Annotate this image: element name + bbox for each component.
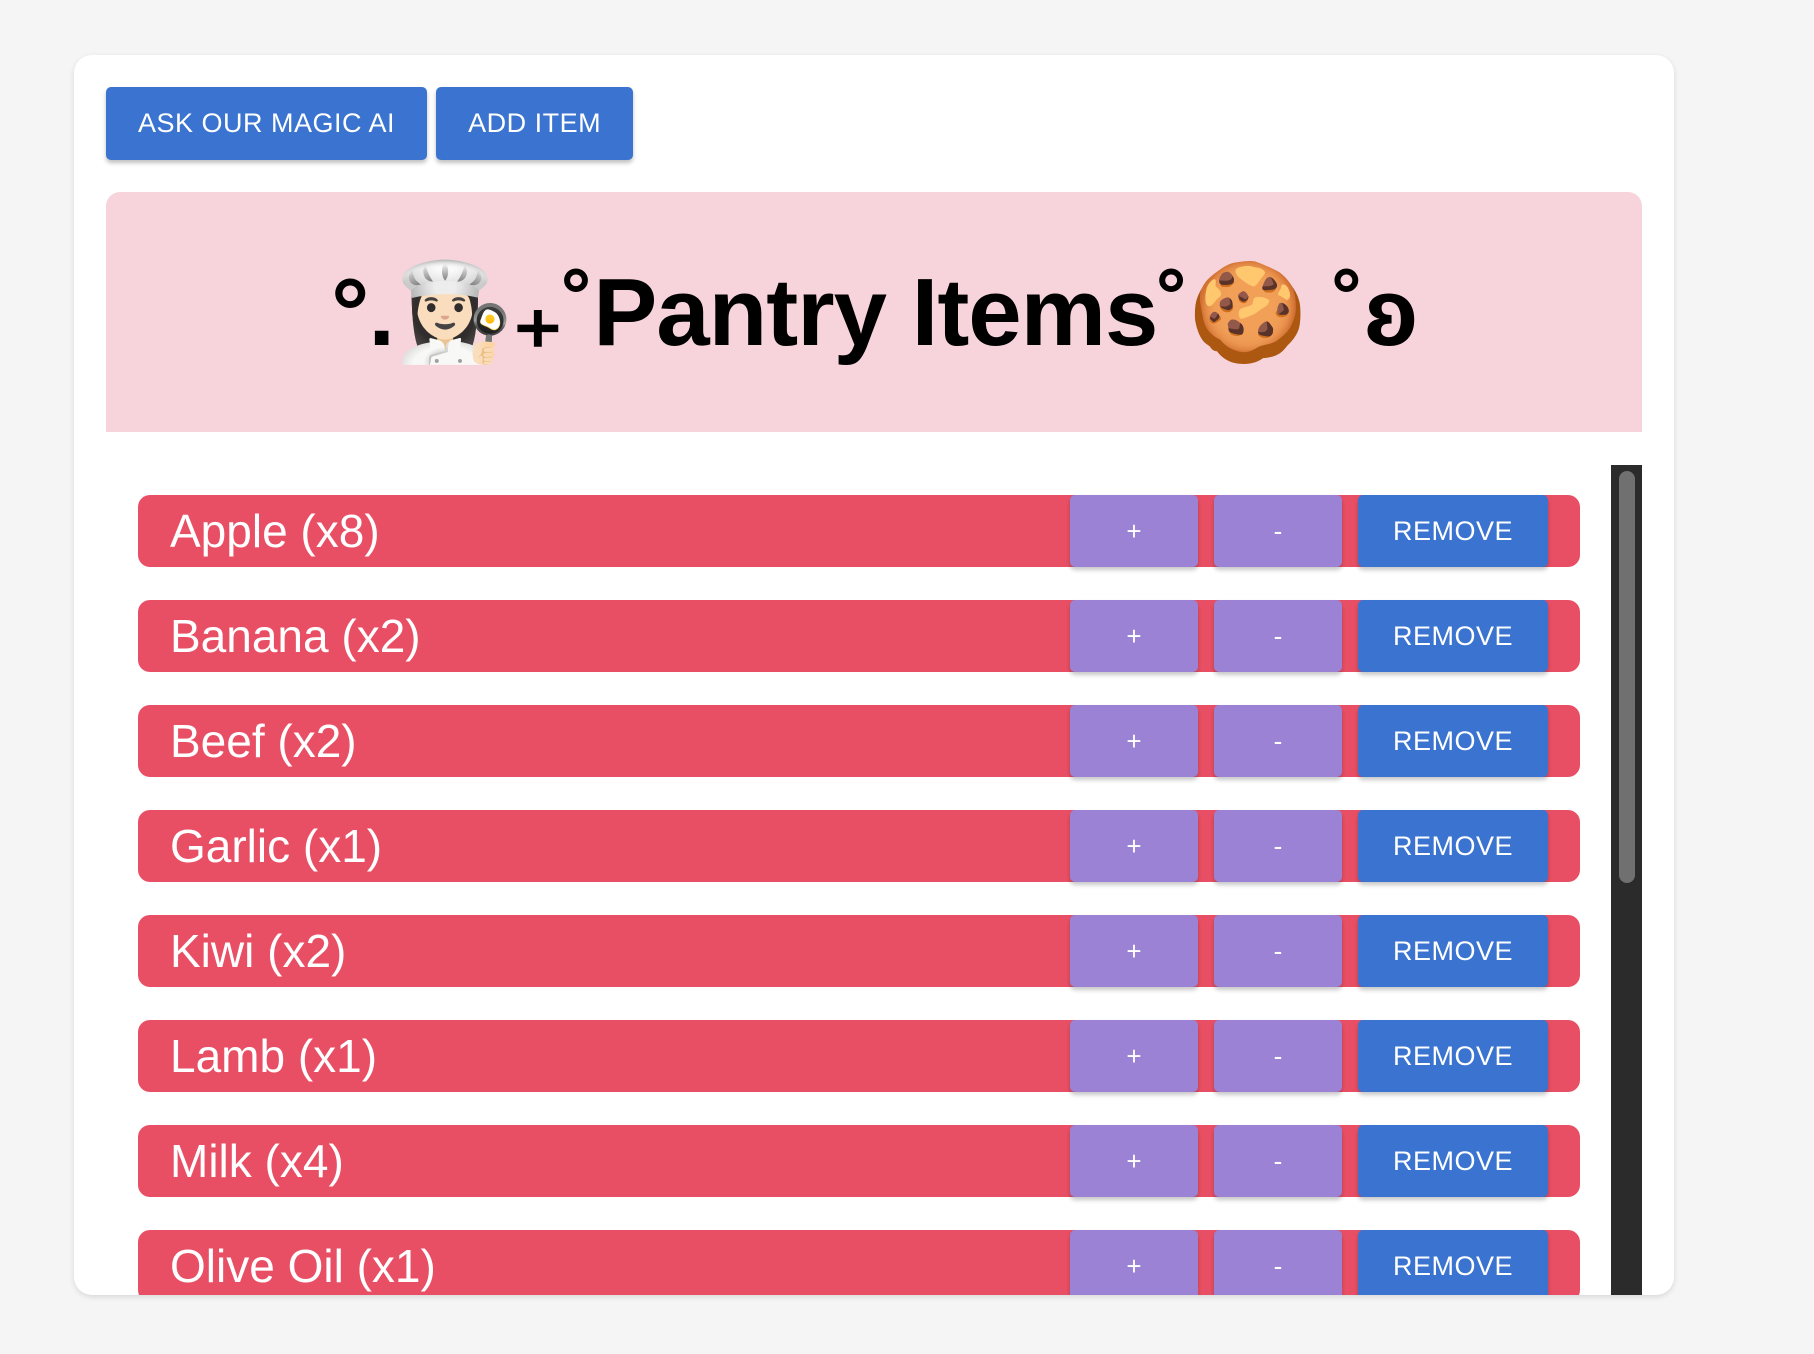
pantry-header: °.👩🏻‍🍳₊˚Pantry Items˚🍪 ˚ʚ (106, 192, 1642, 432)
decrement-button[interactable]: - (1214, 915, 1342, 987)
list-item: Garlic (x1) + - REMOVE (138, 810, 1580, 882)
scrollbar-thumb[interactable] (1619, 471, 1635, 883)
list-item: Banana (x2) + - REMOVE (138, 600, 1580, 672)
item-actions: + - REMOVE (1070, 495, 1548, 567)
item-label: Lamb (x1) (170, 1030, 378, 1082)
decrement-button[interactable]: - (1214, 810, 1342, 882)
remove-button[interactable]: REMOVE (1358, 1020, 1548, 1092)
list-item: Olive Oil (x1) + - REMOVE (138, 1230, 1580, 1295)
pantry-list-container[interactable]: Apple (x8) + - REMOVE Banana (x2) + - RE… (106, 432, 1642, 1295)
item-actions: + - REMOVE (1070, 1230, 1548, 1295)
remove-button[interactable]: REMOVE (1358, 1125, 1548, 1197)
toolbar: ASK OUR MAGIC AI ADD ITEM (106, 87, 634, 160)
increment-button[interactable]: + (1070, 1230, 1198, 1295)
item-label: Garlic (x1) (170, 820, 383, 872)
item-label: Milk (x4) (170, 1135, 344, 1187)
increment-button[interactable]: + (1070, 705, 1198, 777)
item-actions: + - REMOVE (1070, 1125, 1548, 1197)
decrement-button[interactable]: - (1214, 1230, 1342, 1295)
list-item: Apple (x8) + - REMOVE (138, 495, 1580, 567)
item-actions: + - REMOVE (1070, 1020, 1548, 1092)
decrement-button[interactable]: - (1214, 705, 1342, 777)
increment-button[interactable]: + (1070, 495, 1198, 567)
ask-magic-ai-button[interactable]: ASK OUR MAGIC AI (106, 87, 428, 160)
remove-button[interactable]: REMOVE (1358, 495, 1548, 567)
item-label: Banana (x2) (170, 610, 421, 662)
add-item-button[interactable]: ADD ITEM (436, 87, 634, 160)
remove-button[interactable]: REMOVE (1358, 705, 1548, 777)
item-label: Beef (x2) (170, 715, 357, 767)
item-actions: + - REMOVE (1070, 600, 1548, 672)
decrement-button[interactable]: - (1214, 1020, 1342, 1092)
increment-button[interactable]: + (1070, 1020, 1198, 1092)
remove-button[interactable]: REMOVE (1358, 600, 1548, 672)
pantry-list: Apple (x8) + - REMOVE Banana (x2) + - RE… (138, 495, 1580, 1295)
item-label: Kiwi (x2) (170, 925, 347, 977)
item-label: Apple (x8) (170, 505, 380, 557)
increment-button[interactable]: + (1070, 810, 1198, 882)
increment-button[interactable]: + (1070, 1125, 1198, 1197)
remove-button[interactable]: REMOVE (1358, 915, 1548, 987)
item-actions: + - REMOVE (1070, 810, 1548, 882)
decrement-button[interactable]: - (1214, 1125, 1342, 1197)
item-label: Olive Oil (x1) (170, 1240, 436, 1292)
increment-button[interactable]: + (1070, 600, 1198, 672)
increment-button[interactable]: + (1070, 915, 1198, 987)
page-title: °.👩🏻‍🍳₊˚Pantry Items˚🍪 ˚ʚ (330, 258, 1418, 366)
list-item: Beef (x2) + - REMOVE (138, 705, 1580, 777)
decrement-button[interactable]: - (1214, 600, 1342, 672)
item-actions: + - REMOVE (1070, 705, 1548, 777)
scrollbar[interactable] (1611, 465, 1642, 1295)
item-actions: + - REMOVE (1070, 915, 1548, 987)
list-item: Lamb (x1) + - REMOVE (138, 1020, 1580, 1092)
decrement-button[interactable]: - (1214, 495, 1342, 567)
list-item: Milk (x4) + - REMOVE (138, 1125, 1580, 1197)
pantry-card: ASK OUR MAGIC AI ADD ITEM °.👩🏻‍🍳₊˚Pantry… (74, 55, 1674, 1295)
remove-button[interactable]: REMOVE (1358, 810, 1548, 882)
list-item: Kiwi (x2) + - REMOVE (138, 915, 1580, 987)
remove-button[interactable]: REMOVE (1358, 1230, 1548, 1295)
